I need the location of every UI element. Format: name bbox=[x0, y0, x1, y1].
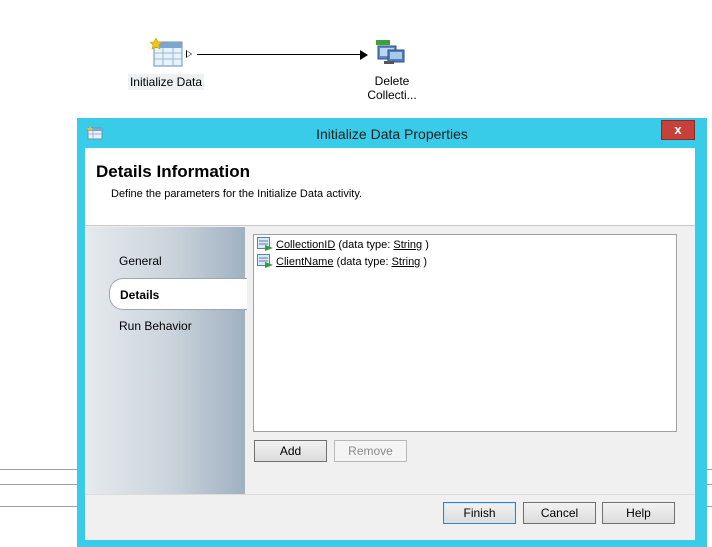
output-port-icon[interactable] bbox=[186, 50, 192, 58]
add-button[interactable]: Add bbox=[254, 440, 327, 462]
nav-panel: General Run Behavior bbox=[85, 227, 245, 494]
parameter-type-link[interactable]: String bbox=[393, 239, 422, 251]
parameter-name-link[interactable]: ClientName bbox=[276, 256, 333, 268]
header-title: Details Information bbox=[96, 162, 250, 181]
dialog-footer: Finish Cancel Help bbox=[85, 494, 695, 540]
dialog-title: Initialize Data Properties bbox=[316, 126, 468, 142]
finish-button[interactable]: Finish bbox=[443, 502, 516, 524]
nav-item-details-label: Details bbox=[120, 288, 160, 302]
cancel-button[interactable]: Cancel bbox=[523, 502, 596, 524]
close-button[interactable]: x bbox=[661, 120, 695, 140]
list-item[interactable]: CollectionID (data type: String ) bbox=[257, 236, 429, 254]
parameter-icon bbox=[257, 236, 273, 254]
parameter-icon bbox=[257, 253, 273, 271]
nav-item-run-behavior[interactable]: Run Behavior bbox=[119, 319, 192, 333]
parameter-type-prefix: (data type: bbox=[335, 239, 394, 251]
background-divider bbox=[0, 506, 80, 507]
delete-collection-icon[interactable] bbox=[374, 38, 408, 71]
properties-dialog: Initialize Data Properties x Details Inf… bbox=[77, 118, 707, 547]
help-button[interactable]: Help bbox=[602, 502, 675, 524]
node-label-initialize-data[interactable]: Initialize Data bbox=[128, 74, 204, 90]
nav-item-general[interactable]: General bbox=[119, 254, 162, 268]
remove-button[interactable]: Remove bbox=[334, 440, 407, 462]
arrow-head-icon bbox=[360, 50, 368, 60]
parameter-name-link[interactable]: CollectionID bbox=[276, 239, 335, 251]
parameter-type-link[interactable]: String bbox=[392, 256, 421, 268]
parameter-type-suffix: ) bbox=[422, 239, 429, 251]
list-item[interactable]: ClientName (data type: String ) bbox=[257, 253, 428, 271]
parameter-list[interactable]: CollectionID (data type: String ) Client… bbox=[253, 234, 677, 432]
dialog-client-area: Details Information Define the parameter… bbox=[85, 148, 695, 540]
background-divider bbox=[0, 484, 80, 485]
nav-item-details[interactable]: Details bbox=[109, 278, 247, 310]
background-divider bbox=[0, 469, 80, 470]
node-label-delete-collection[interactable]: Delete Collecti... bbox=[362, 74, 422, 102]
connector-line bbox=[197, 54, 362, 55]
dialog-header: Details Information Define the parameter… bbox=[85, 148, 695, 226]
dialog-titlebar[interactable]: Initialize Data Properties x bbox=[77, 118, 707, 148]
initialize-data-icon[interactable] bbox=[149, 37, 184, 71]
parameter-type-suffix: ) bbox=[420, 256, 428, 268]
header-subtitle: Define the parameters for the Initialize… bbox=[111, 188, 363, 200]
parameter-type-prefix: (data type: bbox=[333, 256, 392, 268]
